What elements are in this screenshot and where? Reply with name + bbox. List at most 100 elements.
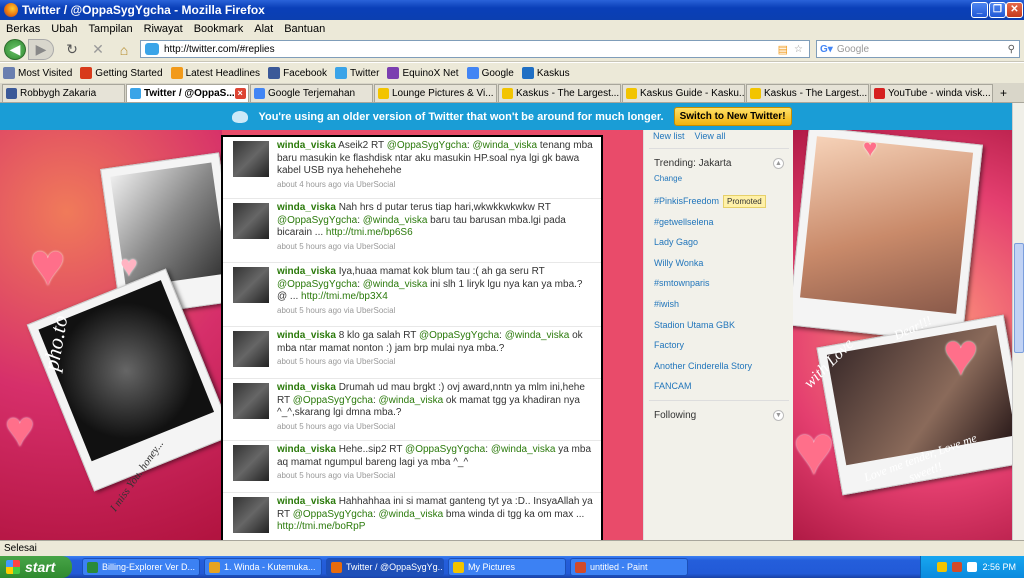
bookmark-item[interactable]: Kaskus — [521, 67, 570, 79]
avatar[interactable] — [233, 141, 269, 177]
bookmark-item[interactable]: Twitter — [334, 67, 379, 79]
tweet-username[interactable]: winda_viska — [277, 382, 336, 393]
browser-tab[interactable]: Lounge Pictures & Vi... — [374, 84, 497, 102]
tweet-item: winda_viska Aseik2 RT @OppaSygYgcha: @wi… — [223, 137, 601, 199]
scrollbar-thumb[interactable] — [1014, 243, 1024, 353]
browser-tab[interactable]: Kaskus Guide - Kasku... — [622, 84, 745, 102]
mention-link[interactable]: @OppaSygYgcha — [419, 330, 499, 341]
start-button[interactable]: start — [0, 556, 72, 578]
menu-berkas[interactable]: Berkas — [6, 23, 40, 35]
mention-link[interactable]: @OppaSygYgcha — [387, 140, 467, 151]
minimize-button[interactable]: _ — [971, 2, 988, 18]
tab-favicon-icon — [626, 88, 637, 99]
avatar[interactable] — [233, 267, 269, 303]
trend-item[interactable]: Stadion Utama GBK — [654, 320, 735, 330]
bookmark-star-icon[interactable]: ☆ — [794, 44, 803, 55]
trend-item[interactable]: Lady Gago — [654, 237, 698, 247]
forward-button[interactable]: ▶ — [28, 39, 54, 60]
mention-link[interactable]: @OppaSygYgcha — [277, 215, 357, 226]
menu-tampilan[interactable]: Tampilan — [89, 23, 133, 35]
bookmark-item[interactable]: Getting Started — [80, 67, 163, 79]
mention-link[interactable]: @winda_viska — [505, 330, 570, 341]
url-bar[interactable]: http://twitter.com/#replies ▤ ☆ — [140, 40, 810, 58]
browser-tab[interactable]: YouTube - winda visk... — [870, 84, 993, 102]
avatar[interactable] — [233, 445, 269, 481]
expand-following-icon[interactable]: ▼ — [773, 410, 784, 421]
mention-link[interactable]: @OppaSygYgcha — [293, 395, 373, 406]
avatar[interactable] — [233, 203, 269, 239]
browser-tab[interactable]: Kaskus - The Largest... — [498, 84, 621, 102]
search-icon[interactable]: ⚲ — [1008, 44, 1015, 55]
tweet-link[interactable]: http://tmi.me/bp6S6 — [326, 227, 413, 238]
mention-link[interactable]: @winda_viska — [363, 279, 428, 290]
trend-item[interactable]: #smtownparis — [654, 278, 710, 288]
mention-link[interactable]: @OppaSygYgcha — [293, 509, 373, 520]
taskbar-item[interactable]: My Pictures — [448, 558, 566, 576]
mention-link[interactable]: @winda_viska — [379, 395, 444, 406]
close-tab-icon[interactable]: × — [234, 88, 246, 99]
mention-link[interactable]: @winda_viska — [491, 444, 556, 455]
home-icon[interactable]: ⌂ — [114, 39, 134, 60]
stop-icon[interactable]: ✕ — [88, 39, 108, 60]
trend-item[interactable]: #getwellselena — [654, 217, 714, 227]
bookmark-item[interactable]: Google — [466, 67, 514, 79]
tweet-username[interactable]: winda_viska — [277, 444, 336, 455]
switch-new-twitter-button[interactable]: Switch to New Twitter! — [673, 107, 792, 126]
new-list-link[interactable]: New list — [653, 131, 685, 141]
mention-link[interactable]: @OppaSygYgcha — [277, 279, 357, 290]
collapse-trends-icon[interactable]: ▲ — [773, 158, 784, 169]
tweet-username[interactable]: winda_viska — [277, 266, 336, 277]
browser-tab[interactable]: Twitter / @OppaS... × — [126, 84, 249, 102]
search-input[interactable]: G▾ Google ⚲ — [816, 40, 1020, 58]
volume-icon[interactable] — [967, 562, 978, 572]
taskbar-item[interactable]: Twitter / @OppaSygYg... — [326, 558, 444, 576]
tray-icon[interactable] — [952, 562, 963, 572]
bookmark-item[interactable]: Latest Headlines — [170, 67, 260, 79]
maximize-button[interactable]: ❐ — [989, 2, 1006, 18]
menu-bookmark[interactable]: Bookmark — [194, 23, 244, 35]
trend-item[interactable]: FANCAM — [654, 381, 692, 391]
trend-item[interactable]: Another Cinderella Story — [654, 361, 752, 371]
reload-icon[interactable]: ↻ — [62, 39, 82, 60]
mention-link[interactable]: @winda_viska — [363, 215, 428, 226]
menu-ubah[interactable]: Ubah — [51, 23, 77, 35]
trend-item[interactable]: #iwish — [654, 299, 679, 309]
bookmark-item[interactable]: EquinoX Net — [387, 67, 459, 79]
mention-link[interactable]: @OppaSygYgcha — [405, 444, 485, 455]
bookmark-item[interactable]: Most Visited — [3, 67, 72, 79]
menu-alat[interactable]: Alat — [254, 23, 273, 35]
tweet-link[interactable]: http://tmi.me/boRpP — [277, 521, 365, 532]
tweet-username[interactable]: winda_viska — [277, 202, 336, 213]
browser-tab[interactable]: Google Terjemahan — [250, 84, 373, 102]
tweet-username[interactable]: winda_viska — [277, 330, 336, 341]
taskbar-item[interactable]: 1. Winda - Kutemuka... — [204, 558, 322, 576]
tweet-username[interactable]: winda_viska — [277, 496, 336, 507]
avatar[interactable] — [233, 331, 269, 367]
taskbar-item[interactable]: Billing-Explorer Ver D... — [82, 558, 200, 576]
divider — [649, 400, 789, 401]
change-location-link[interactable]: Change — [654, 174, 682, 183]
trend-item[interactable]: #PinkisFreedom Promoted — [654, 195, 766, 208]
google-icon[interactable]: G▾ — [820, 44, 833, 55]
menu-bantuan[interactable]: Bantuan — [284, 23, 325, 35]
tweet-link[interactable]: http://tmi.me/bp3X4 — [301, 291, 388, 302]
menu-riwayat[interactable]: Riwayat — [144, 23, 183, 35]
trend-item[interactable]: Factory — [654, 340, 684, 350]
rss-icon[interactable]: ▤ — [778, 43, 788, 56]
tray-icon[interactable] — [937, 562, 948, 572]
bookmark-item[interactable]: Facebook — [268, 67, 327, 79]
page-scrollbar[interactable] — [1012, 103, 1024, 540]
mention-link[interactable]: @winda_viska — [472, 140, 537, 151]
avatar[interactable] — [233, 497, 269, 533]
close-button[interactable]: ✕ — [1006, 2, 1023, 18]
browser-tab[interactable]: Kaskus - The Largest... — [746, 84, 869, 102]
browser-tab[interactable]: Robbygh Zakaria — [2, 84, 125, 102]
trend-item[interactable]: Willy Wonka — [654, 258, 703, 268]
new-tab-icon[interactable]: + — [1000, 86, 1007, 100]
avatar[interactable] — [233, 383, 269, 419]
view-all-link[interactable]: View all — [695, 131, 726, 141]
mention-link[interactable]: @winda_viska — [379, 509, 444, 520]
tweet-username[interactable]: winda_viska — [277, 140, 336, 151]
taskbar-item[interactable]: untitled - Paint — [570, 558, 688, 576]
back-button[interactable]: ◀ — [4, 39, 26, 60]
